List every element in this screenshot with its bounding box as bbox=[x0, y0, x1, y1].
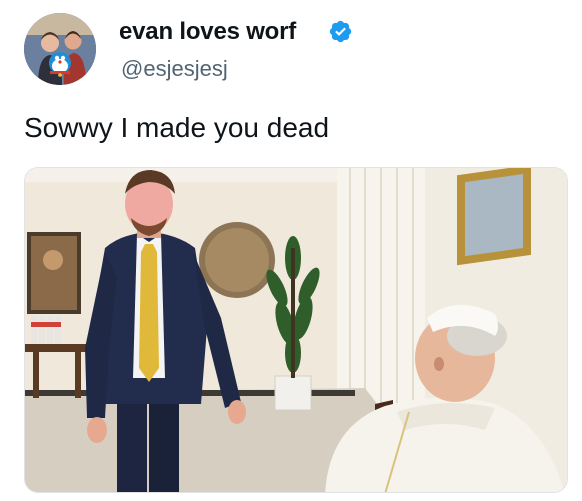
tweet-text: Sowwy I made you dead bbox=[24, 112, 330, 143]
verified-badge-icon bbox=[328, 19, 353, 44]
tweet-media-photo[interactable] bbox=[24, 167, 568, 493]
tweet-card: evan loves worf @esjesjesj Sowwy I made … bbox=[0, 0, 582, 501]
attached-photo-icon bbox=[25, 168, 567, 492]
avatar-photo-icon bbox=[24, 13, 96, 85]
display-name[interactable]: evan loves worf bbox=[119, 17, 296, 47]
user-handle[interactable]: @esjesjesj bbox=[121, 55, 228, 83]
avatar[interactable] bbox=[24, 13, 96, 85]
